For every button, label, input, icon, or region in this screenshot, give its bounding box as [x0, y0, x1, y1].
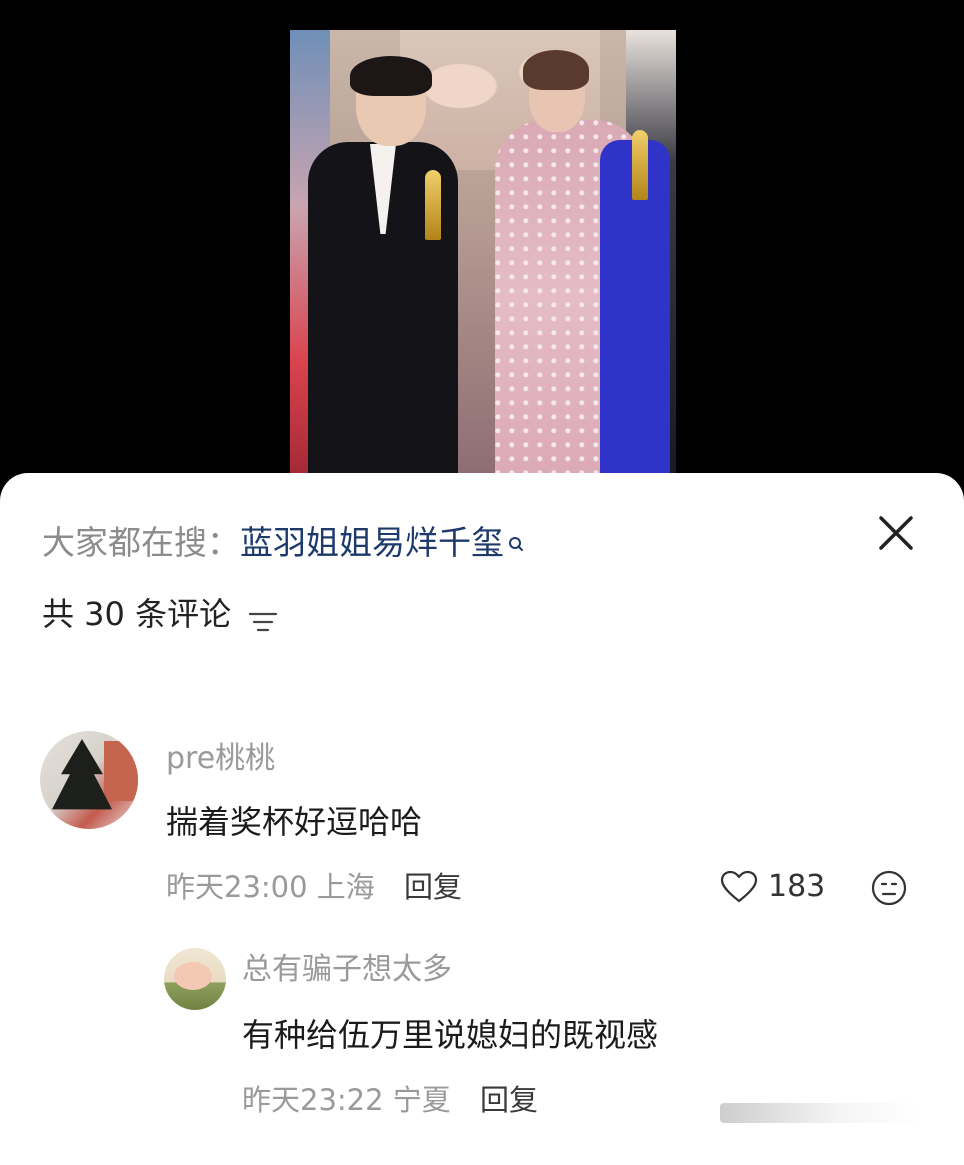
reply-button[interactable]: 回复 [480, 1083, 538, 1117]
trending-search-term[interactable]: 蓝羽姐姐易烊千玺 [240, 519, 504, 567]
reply-location: 宁夏 [392, 1083, 451, 1117]
comment-location: 上海 [316, 870, 375, 904]
person-in-tuxedo [308, 56, 458, 473]
close-button[interactable] [876, 513, 916, 553]
trophy [632, 130, 648, 200]
sort-icon[interactable] [247, 601, 279, 632]
trophy [425, 170, 441, 240]
comment-text[interactable]: 揣着奖杯好逗哈哈 [166, 799, 422, 845]
comments-sheet: 大家都在搜： 蓝羽姐姐易烊千玺 共 30 条评论 pre桃桃 揣着奖杯好逗哈哈 … [0, 473, 964, 1165]
reply-button[interactable]: 回复 [404, 870, 462, 904]
like-button[interactable]: 183 [720, 867, 825, 907]
like-count: 183 [768, 869, 826, 904]
dislike-button[interactable] [870, 869, 908, 907]
unhappy-face-icon [871, 870, 907, 906]
reply-text[interactable]: 有种给伍万里说媳妇的既视感 [242, 1012, 658, 1058]
avatar[interactable] [40, 731, 138, 829]
trending-search[interactable]: 大家都在搜： 蓝羽姐姐易烊千玺 [42, 519, 524, 567]
reply-meta: 昨天23:22 宁夏 回复 [242, 1078, 538, 1122]
reply-time: 昨天23:22 [242, 1083, 384, 1117]
search-icon [508, 521, 524, 551]
comment-username[interactable]: pre桃桃 [166, 737, 275, 781]
close-icon [879, 516, 913, 550]
comment-meta: 昨天23:00 上海 回复 [166, 865, 462, 909]
avatar[interactable] [164, 948, 226, 1010]
reply-username[interactable]: 总有骗子想太多 [242, 948, 452, 992]
comment-time: 昨天23:00 [166, 870, 308, 904]
video-frame[interactable] [290, 30, 676, 473]
comments-count: 共 30 条评论 [42, 595, 232, 633]
heart-icon [720, 870, 758, 903]
trending-search-prefix: 大家都在搜： [42, 523, 240, 562]
comments-count-row: 共 30 条评论 [42, 591, 279, 637]
watermark [720, 1103, 920, 1123]
screen: 大家都在搜： 蓝羽姐姐易烊千玺 共 30 条评论 pre桃桃 揣着奖杯好逗哈哈 … [0, 0, 964, 1165]
